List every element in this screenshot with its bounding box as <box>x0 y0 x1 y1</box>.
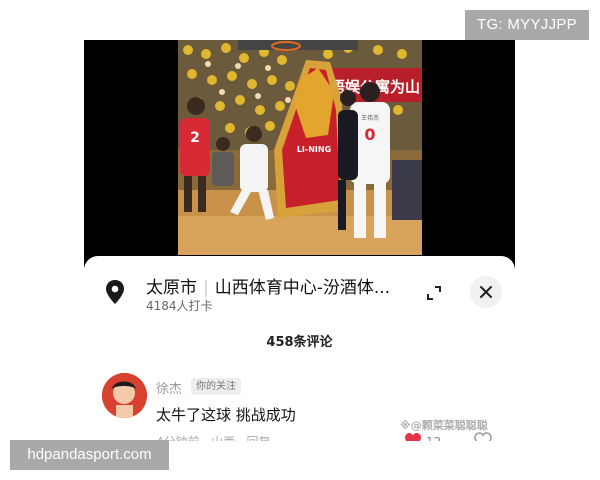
location-city: 太原市 <box>146 278 197 298</box>
like-count: 12 <box>426 432 441 441</box>
map-pin-icon <box>104 279 126 305</box>
comment-user-name[interactable]: 徐杰 <box>156 378 182 397</box>
player-right-name: 王伟杰 <box>361 114 379 122</box>
following-badge: 你的关注 <box>191 378 241 395</box>
video-player[interactable]: 捂娱公寓为山 LI-NING 2 <box>84 40 515 270</box>
comment-meta: 4分钟前 · 山西 · 回复 <box>156 432 271 441</box>
comment-text: 太牛了这球 挑战成功 <box>156 406 296 424</box>
screenshot-page: TG: MYYJJPP LI-NING 2 0 王伟杰 太原市 | 山西体育中心… <box>0 0 600 480</box>
location-comment-sheet: 太原市 | 山西体育中心-汾酒体... 4184人打卡 458条评论 徐杰 你的关注 <box>84 256 515 441</box>
location-divider: | <box>203 278 209 298</box>
close-icon[interactable] <box>470 276 502 308</box>
sponsor-logo: LI-NING <box>297 145 331 154</box>
location-venue: 山西体育中心-汾酒体... <box>214 278 391 298</box>
dislike-icon[interactable] <box>474 432 492 441</box>
watermark-text: ※@颗菜菜聪聪聪 <box>400 419 488 432</box>
player-left-number: 2 <box>190 130 200 146</box>
tg-handle-badge: TG: MYYJJPP <box>465 10 589 40</box>
basketball-scene: 捂娱公寓为山 LI-NING 2 <box>178 40 422 255</box>
court-illustration: 捂娱公寓为山 LI-NING 2 <box>178 40 422 255</box>
expand-icon[interactable] <box>420 279 448 307</box>
comment-count: 458条评论 <box>266 335 333 350</box>
avatar[interactable] <box>102 373 147 418</box>
player-right-number: 0 <box>364 125 375 144</box>
heart-icon[interactable] <box>404 432 422 441</box>
location-title[interactable]: 太原市 | 山西体育中心-汾酒体... <box>146 273 416 298</box>
site-watermark-badge: hdpandasport.com <box>10 440 169 470</box>
location-checkins: 4184人打卡 <box>146 299 213 313</box>
